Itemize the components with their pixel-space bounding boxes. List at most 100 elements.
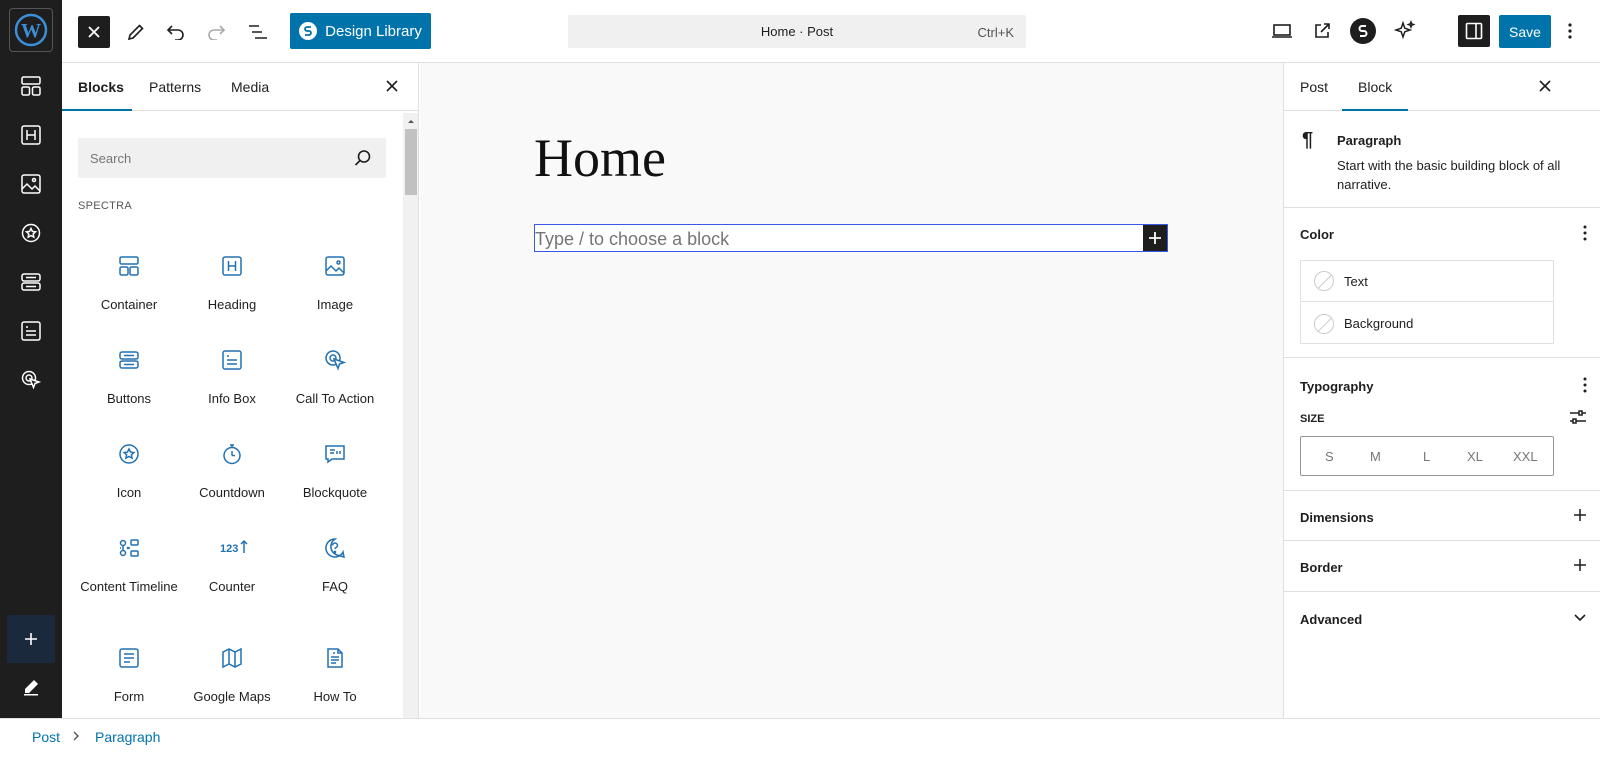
device-preview-icon[interactable] bbox=[1270, 19, 1294, 43]
more-options-icon[interactable] bbox=[1560, 19, 1580, 43]
block-image[interactable]: Image bbox=[284, 238, 386, 332]
block-blockquote[interactable]: Blockquote bbox=[284, 426, 386, 520]
size-option-l[interactable]: L bbox=[1423, 449, 1430, 464]
how-to-icon bbox=[323, 646, 347, 670]
redo-icon[interactable] bbox=[204, 20, 228, 44]
block-label: Form bbox=[113, 689, 145, 704]
border-panel[interactable]: Border bbox=[1284, 541, 1600, 592]
block-form[interactable]: Form bbox=[78, 630, 180, 724]
pencil-tool-icon[interactable] bbox=[124, 20, 148, 44]
block-label: Image bbox=[316, 297, 354, 312]
command-palette-bar[interactable]: Home · Post Ctrl+K bbox=[568, 15, 1026, 48]
font-size-picker: S M L XL XXL bbox=[1300, 436, 1554, 476]
block-label: Container bbox=[100, 297, 158, 312]
block-icon[interactable]: Icon bbox=[78, 426, 180, 520]
block-how-to[interactable]: How To bbox=[284, 630, 386, 724]
advanced-panel[interactable]: Advanced bbox=[1284, 592, 1600, 644]
container-rail-icon[interactable] bbox=[19, 74, 43, 98]
call-to-action-rail-icon[interactable] bbox=[19, 368, 43, 392]
design-library-button[interactable]: Design Library bbox=[290, 13, 431, 49]
block-counter[interactable]: 123 Counter bbox=[181, 520, 283, 614]
undo-icon[interactable] bbox=[164, 20, 188, 44]
inserter-scrollbar[interactable] bbox=[403, 113, 418, 733]
border-panel-title: Border bbox=[1300, 560, 1343, 575]
tab-blocks[interactable]: Blocks bbox=[78, 79, 124, 95]
plus-icon[interactable] bbox=[1573, 508, 1587, 522]
color-options-icon[interactable] bbox=[1583, 225, 1587, 241]
blockquote-icon bbox=[323, 442, 347, 466]
info-box-icon bbox=[220, 348, 244, 372]
svg-text:123: 123 bbox=[220, 543, 238, 555]
advanced-panel-title: Advanced bbox=[1300, 612, 1363, 627]
spectra-icon[interactable] bbox=[1350, 18, 1376, 44]
size-option-xxl[interactable]: XXL bbox=[1513, 449, 1538, 464]
image-rail-icon[interactable] bbox=[19, 172, 43, 196]
tab-media[interactable]: Media bbox=[231, 79, 269, 95]
block-label: Countdown bbox=[199, 485, 265, 500]
size-option-s[interactable]: S bbox=[1325, 449, 1334, 464]
paragraph-block[interactable]: Type / to choose a block bbox=[534, 224, 1168, 252]
faq-icon bbox=[323, 536, 347, 560]
buttons-rail-icon[interactable] bbox=[19, 270, 43, 294]
block-label: Info Box bbox=[208, 391, 256, 406]
tab-block[interactable]: Block bbox=[1358, 79, 1392, 95]
size-option-m[interactable]: M bbox=[1370, 449, 1381, 464]
info-box-rail-icon[interactable] bbox=[19, 319, 43, 343]
call-to-action-icon bbox=[323, 348, 347, 372]
post-title[interactable]: Home bbox=[534, 127, 666, 189]
spectra-logo-icon bbox=[299, 22, 318, 40]
empty-swatch-icon bbox=[1314, 271, 1334, 291]
image-icon bbox=[323, 254, 347, 278]
ai-sparkle-icon[interactable] bbox=[1392, 18, 1418, 44]
heading-rail-icon[interactable] bbox=[19, 123, 43, 147]
inserter-tabs: Blocks Patterns Media bbox=[62, 63, 418, 111]
block-countdown[interactable]: Countdown bbox=[181, 426, 283, 520]
pencil-rail-icon[interactable] bbox=[19, 675, 43, 699]
size-option-xl[interactable]: XL bbox=[1467, 449, 1483, 464]
tab-post[interactable]: Post bbox=[1300, 79, 1328, 95]
form-icon bbox=[117, 646, 141, 670]
color-panel: Color Text Background bbox=[1284, 208, 1600, 358]
block-call-to-action[interactable]: Call To Action bbox=[284, 332, 386, 426]
wordpress-logo-icon[interactable]: W bbox=[9, 8, 53, 52]
category-heading: SPECTRA bbox=[78, 200, 133, 212]
block-heading[interactable]: Heading bbox=[181, 238, 283, 332]
save-button[interactable]: Save bbox=[1499, 15, 1551, 48]
document-title: Home · Post bbox=[760, 24, 834, 39]
block-faq[interactable]: FAQ bbox=[284, 520, 386, 614]
dimensions-panel[interactable]: Dimensions bbox=[1284, 491, 1600, 541]
chevron-right-icon bbox=[72, 730, 80, 742]
block-google-maps[interactable]: Google Maps bbox=[181, 630, 283, 724]
breadcrumb: Post Paragraph bbox=[0, 718, 1600, 765]
breadcrumb-post[interactable]: Post bbox=[32, 729, 60, 745]
settings-sidebar-toggle[interactable] bbox=[1458, 15, 1490, 47]
block-container[interactable]: Container bbox=[78, 238, 180, 332]
close-inserter-button[interactable] bbox=[78, 16, 110, 48]
block-buttons[interactable]: Buttons bbox=[78, 332, 180, 426]
star-badge-rail-icon[interactable] bbox=[19, 221, 43, 245]
left-rail: W bbox=[0, 0, 62, 733]
close-inserter-icon[interactable] bbox=[385, 79, 401, 95]
tab-patterns[interactable]: Patterns bbox=[149, 79, 201, 95]
container-icon bbox=[117, 254, 141, 278]
block-label: Buttons bbox=[106, 391, 152, 406]
block-info-box[interactable]: Info Box bbox=[181, 332, 283, 426]
close-settings-icon[interactable] bbox=[1538, 79, 1552, 93]
view-post-external-icon[interactable] bbox=[1310, 19, 1334, 43]
chevron-down-icon[interactable] bbox=[1573, 613, 1587, 623]
block-card: ¶ Paragraph Start with the basic buildin… bbox=[1284, 111, 1600, 208]
scrollbar-thumb[interactable] bbox=[405, 129, 417, 195]
document-overview-icon[interactable] bbox=[246, 20, 270, 44]
block-label: Content Timeline bbox=[80, 579, 178, 594]
add-block-inline-button[interactable] bbox=[1143, 225, 1167, 251]
block-search-input[interactable] bbox=[78, 138, 386, 178]
color-background-option[interactable]: Background bbox=[1301, 303, 1553, 344]
dimensions-panel-title: Dimensions bbox=[1300, 510, 1374, 525]
color-text-option[interactable]: Text bbox=[1301, 261, 1553, 302]
block-content-timeline[interactable]: Content Timeline bbox=[78, 520, 180, 630]
breadcrumb-paragraph[interactable]: Paragraph bbox=[95, 729, 160, 745]
plus-icon[interactable] bbox=[1573, 558, 1587, 572]
add-block-rail-button[interactable] bbox=[7, 615, 55, 663]
custom-size-icon[interactable] bbox=[1569, 409, 1587, 425]
typography-options-icon[interactable] bbox=[1583, 377, 1587, 393]
